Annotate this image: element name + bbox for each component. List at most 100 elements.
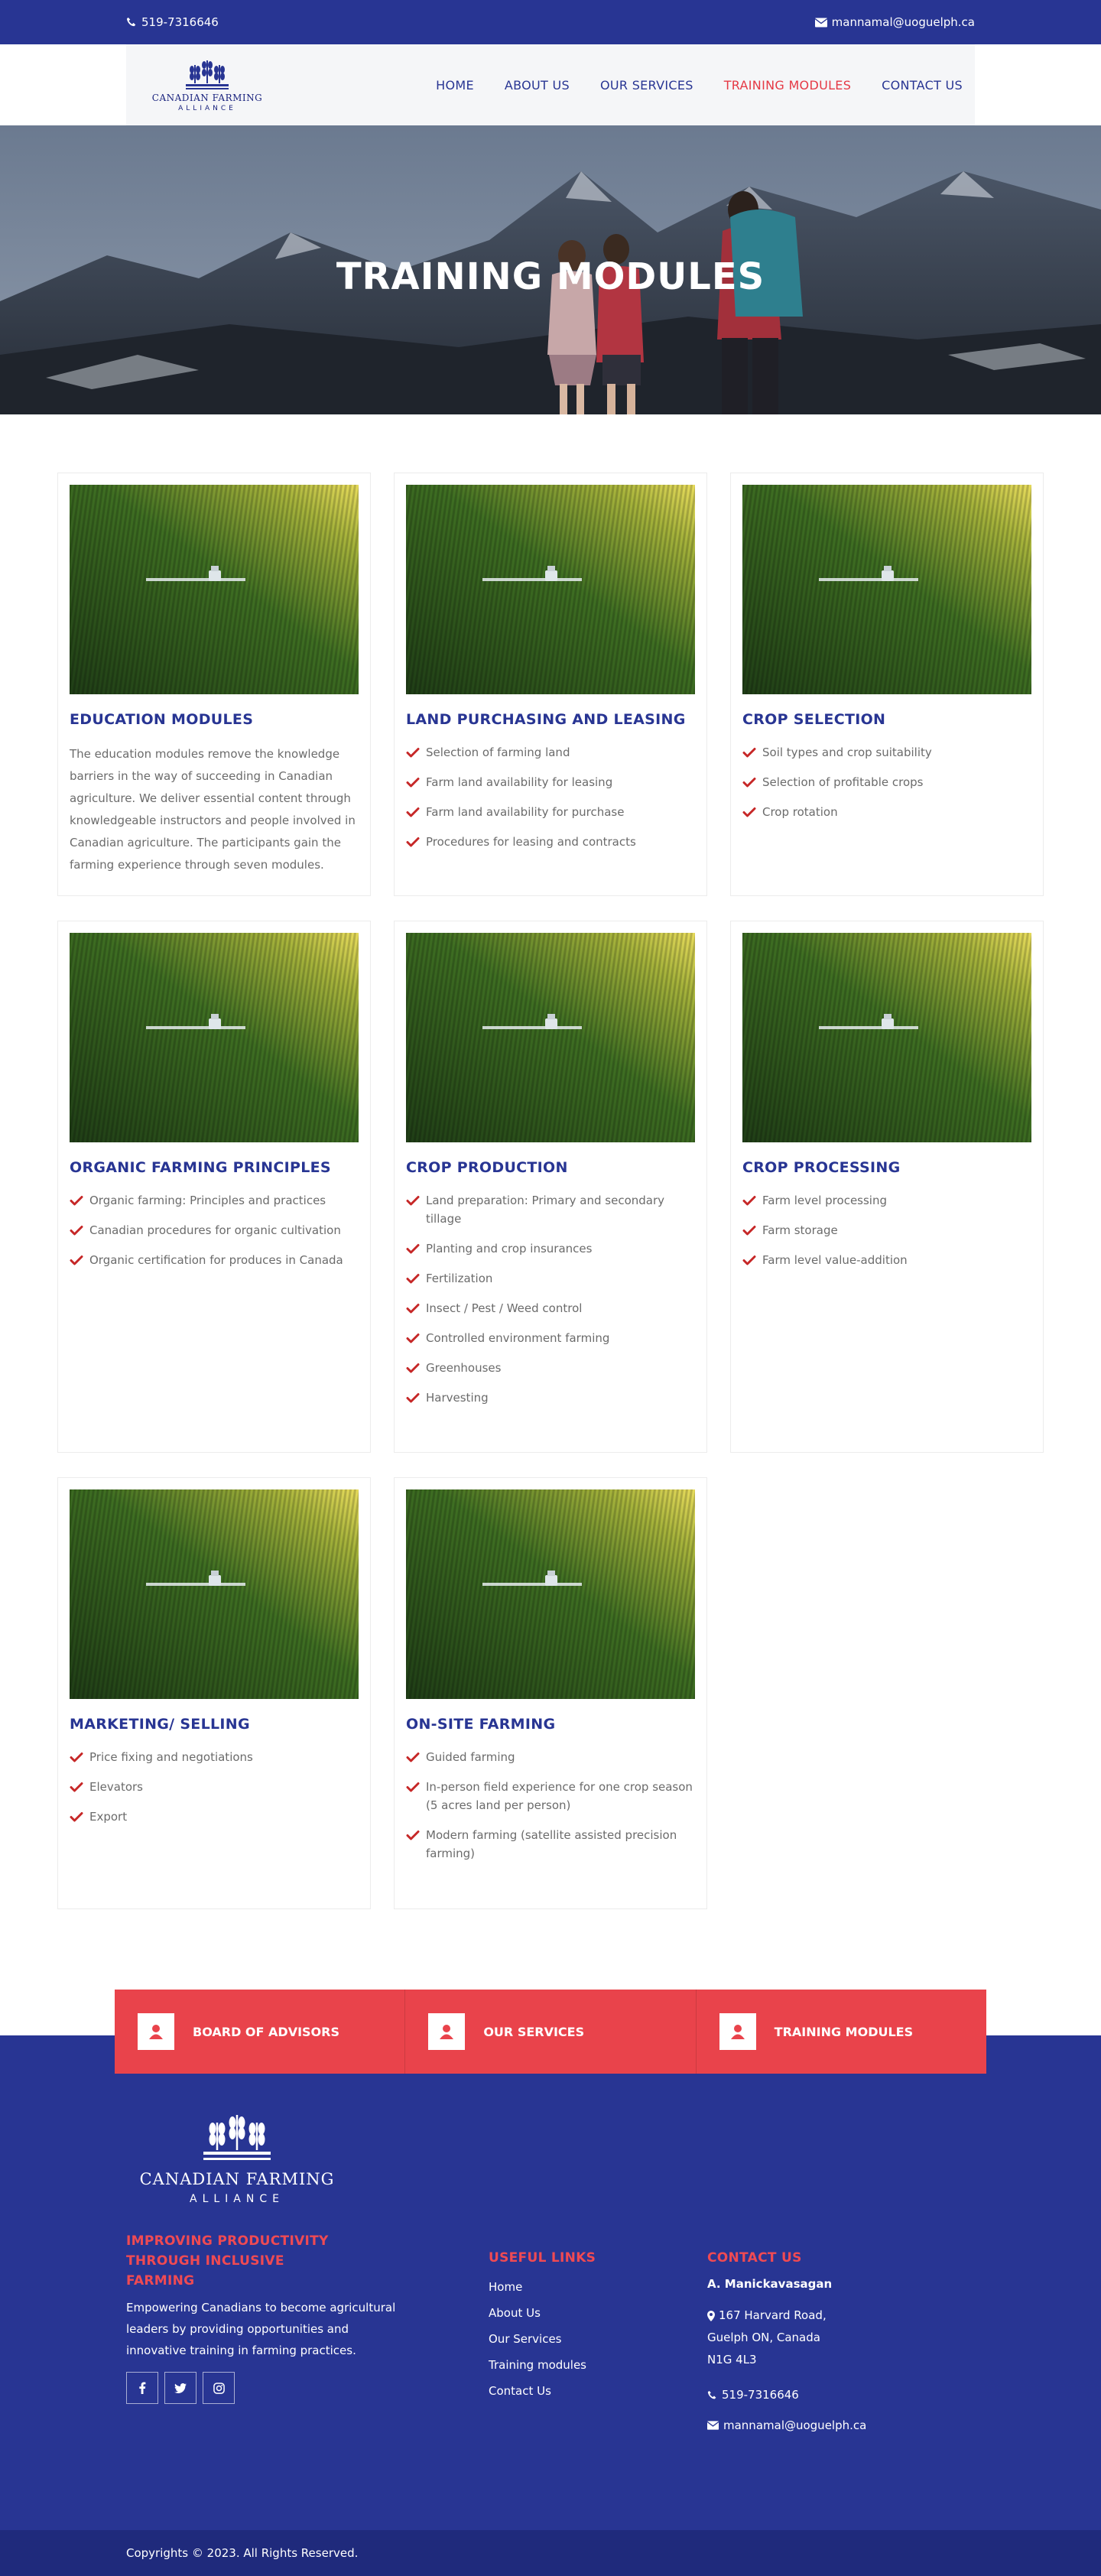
farm-field-image xyxy=(70,485,359,694)
module-title: ORGANIC FARMING PRINCIPLES xyxy=(70,1159,331,1176)
check-icon xyxy=(742,807,756,817)
cta-training-modules[interactable]: TRAINING MODULES xyxy=(697,1990,986,2074)
footer-logo[interactable]: CANADIAN FARMING ALLIANCE xyxy=(126,2110,348,2205)
footer-link-home[interactable]: Home xyxy=(489,2274,707,2300)
module-title: LAND PURCHASING AND LEASING xyxy=(406,711,686,728)
footer-email[interactable]: mannamal@uoguelph.ca xyxy=(707,2418,937,2432)
useful-links-list: Home About Us Our Services Training modu… xyxy=(489,2274,707,2404)
instagram-icon[interactable] xyxy=(203,2372,235,2404)
module-topic-list: Price fixing and negotiations Elevators Ex… xyxy=(70,1748,359,1826)
farm-field-image xyxy=(406,485,695,694)
module-card: ON-SITE FARMING Guided farming In-person f… xyxy=(394,1477,707,1909)
module-topic-text: Guided farming xyxy=(426,1750,515,1764)
footer-link-services[interactable]: Our Services xyxy=(489,2326,707,2352)
module-topic: Farm level processing xyxy=(742,1191,1031,1210)
cta-board-of-advisors[interactable]: BOARD OF ADVISORS xyxy=(115,1990,406,2074)
module-card: ORGANIC FARMING PRINCIPLES Organic farmin… xyxy=(57,921,371,1453)
module-title: CROP SELECTION xyxy=(742,711,886,728)
farm-field-image xyxy=(70,1489,359,1699)
module-topic-text: Canadian procedures for organic cultivat… xyxy=(89,1223,341,1237)
facebook-icon[interactable] xyxy=(126,2372,158,2404)
module-title: EDUCATION MODULES xyxy=(70,711,254,728)
nav-about[interactable]: ABOUT US xyxy=(505,78,570,93)
footer-link-training[interactable]: Training modules xyxy=(489,2352,707,2378)
module-cards: EDUCATION MODULES The education modules r… xyxy=(57,414,1044,1909)
module-card: CROP PROCESSING Farm level processing Farm… xyxy=(730,921,1044,1453)
module-topic-text: Modern farming (satellite assisted preci… xyxy=(426,1828,677,1860)
address-line-1: 167 Harvard Road, xyxy=(719,2308,827,2322)
cta-strip: BOARD OF ADVISORS OUR SERVICES TRAINING … xyxy=(115,1990,986,2074)
module-topic-text: Farm land availability for purchase xyxy=(426,805,625,819)
check-icon xyxy=(406,1753,420,1762)
nav-training-modules[interactable]: TRAINING MODULES xyxy=(724,78,851,93)
user-icon xyxy=(138,2013,174,2050)
check-icon xyxy=(70,1782,83,1792)
module-topic: Selection of farming land xyxy=(406,743,695,762)
hero-banner: TRAINING MODULES xyxy=(0,125,1101,414)
site-logo[interactable]: CANADIAN FARMING ALLIANCE xyxy=(138,57,276,112)
check-icon xyxy=(742,748,756,758)
module-topic: Organic farming: Principles and practice… xyxy=(70,1191,359,1210)
check-icon xyxy=(70,1226,83,1236)
module-topic-text: Procedures for leasing and contracts xyxy=(426,835,636,849)
module-title: CROP PROCESSING xyxy=(742,1159,901,1176)
module-title: MARKETING/ SELLING xyxy=(70,1716,250,1733)
check-icon xyxy=(406,1304,420,1314)
module-topic-list: Land preparation: Primary and secondary … xyxy=(406,1191,695,1407)
module-topic: Soil types and crop suitability xyxy=(742,743,1031,762)
module-topic: Controlled environment farming xyxy=(406,1329,695,1347)
module-topic-list: Farm level processing Farm storage Farm le… xyxy=(742,1191,1031,1269)
farm-field-image xyxy=(406,933,695,1142)
module-topic-text: Organic certification for produces in Ca… xyxy=(89,1253,343,1267)
envelope-icon xyxy=(814,18,827,27)
check-icon xyxy=(742,778,756,788)
check-icon xyxy=(406,1830,420,1840)
check-icon xyxy=(70,1753,83,1762)
footer-phone[interactable]: 519-7316646 xyxy=(707,2388,937,2402)
module-topic-list: Selection of farming land Farm land avail… xyxy=(406,743,695,851)
module-topic: Insect / Pest / Weed control xyxy=(406,1299,695,1317)
module-topic: Organic certification for produces in Ca… xyxy=(70,1251,359,1269)
logo-sub: ALLIANCE xyxy=(178,105,236,112)
check-icon xyxy=(742,1256,756,1265)
wheat-logo-icon xyxy=(203,2115,271,2160)
module-topic-text: Selection of farming land xyxy=(426,746,570,759)
module-topic-text: Export xyxy=(89,1810,128,1824)
module-topic-text: In-person field experience for one crop … xyxy=(426,1780,693,1812)
topbar-phone[interactable]: 519-7316646 xyxy=(126,15,219,29)
module-topic: Elevators xyxy=(70,1778,359,1796)
module-topic-text: Fertilization xyxy=(426,1272,493,1285)
module-topic: Crop rotation xyxy=(742,803,1031,821)
nav-contact[interactable]: CONTACT US xyxy=(882,78,963,93)
footer-link-contact[interactable]: Contact Us xyxy=(489,2378,707,2404)
farm-field-image xyxy=(742,933,1031,1142)
module-topic-text: Land preparation: Primary and secondary … xyxy=(426,1194,665,1226)
check-icon xyxy=(406,1274,420,1284)
contact-address: 167 Harvard Road, Guelph ON, Canada N1G … xyxy=(707,2305,937,2371)
topbar-email[interactable]: mannamal@uoguelph.ca xyxy=(814,15,975,29)
module-topic: Procedures for leasing and contracts xyxy=(406,833,695,851)
contact-name: A. Manickavasagan xyxy=(707,2277,833,2291)
phone-icon xyxy=(126,17,136,27)
wheat-logo-icon xyxy=(186,60,229,89)
phone-icon xyxy=(707,2390,716,2399)
farm-field-image xyxy=(742,485,1031,694)
map-marker-icon xyxy=(707,2310,715,2321)
nav-home[interactable]: HOME xyxy=(436,78,474,93)
social-links xyxy=(126,2372,489,2404)
check-icon xyxy=(406,1363,420,1373)
footer-about-text: Empowering Canadians to become agricultu… xyxy=(126,2301,396,2357)
module-topic: Planting and crop insurances xyxy=(406,1239,695,1258)
check-icon xyxy=(406,1196,420,1206)
module-topic-text: Insect / Pest / Weed control xyxy=(426,1301,583,1315)
check-icon xyxy=(742,1196,756,1206)
check-icon xyxy=(406,748,420,758)
cta-our-services[interactable]: OUR SERVICES xyxy=(405,1990,697,2074)
module-topic: Greenhouses xyxy=(406,1359,695,1377)
module-topic: In-person field experience for one crop … xyxy=(406,1778,695,1814)
footer-link-about[interactable]: About Us xyxy=(489,2300,707,2326)
check-icon xyxy=(406,1244,420,1254)
contact-heading: CONTACT US xyxy=(707,2250,802,2266)
twitter-icon[interactable] xyxy=(164,2372,196,2404)
nav-services[interactable]: OUR SERVICES xyxy=(600,78,693,93)
